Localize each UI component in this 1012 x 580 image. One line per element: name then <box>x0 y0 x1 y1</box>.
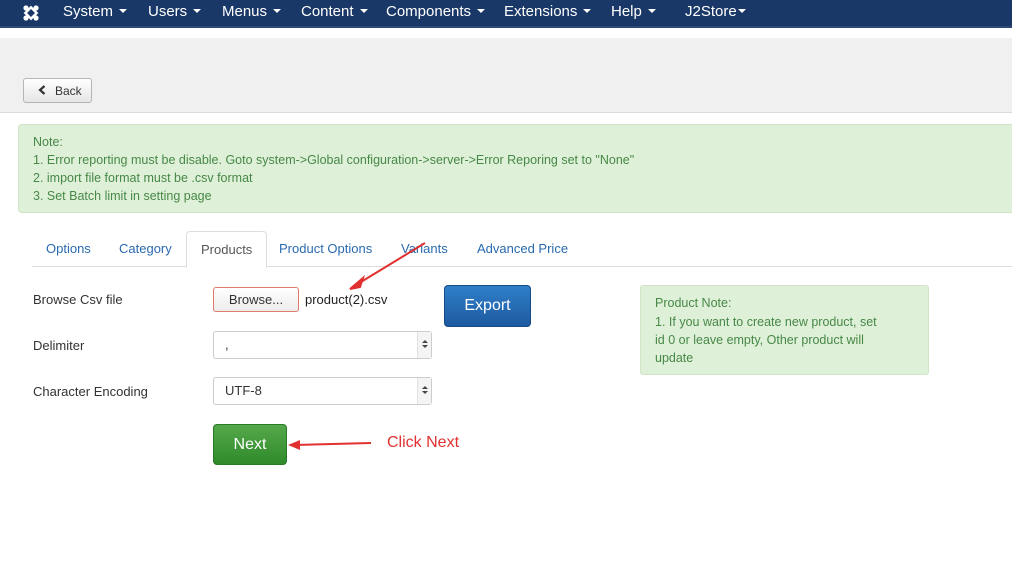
product-note-alert: Product Note: 1. If you want to create n… <box>640 285 929 375</box>
back-button[interactable]: Back <box>23 78 92 103</box>
nav-system-label: System <box>63 3 114 20</box>
delimiter-value: , <box>225 337 229 352</box>
toolbar: Back <box>0 38 1012 113</box>
browse-csv-label: Browse Csv file <box>33 292 123 307</box>
caret-down-icon <box>193 9 202 13</box>
nav-help-label: Help <box>611 3 642 20</box>
next-button[interactable]: Next <box>213 424 287 465</box>
character-encoding-label: Character Encoding <box>33 384 148 399</box>
product-note-line-1: 1. If you want to create new product, se… <box>655 315 877 329</box>
joomla-logo-icon[interactable] <box>21 3 41 23</box>
caret-down-icon <box>119 9 128 13</box>
nav-help[interactable]: Help <box>611 0 656 26</box>
caret-down-icon <box>359 9 368 13</box>
caret-down-icon <box>647 9 656 13</box>
nav-extensions-label: Extensions <box>504 3 578 20</box>
click-next-annotation: Click Next <box>387 434 460 451</box>
caret-down-icon <box>583 9 592 13</box>
nav-content[interactable]: Content <box>301 0 368 26</box>
encoding-value: UTF-8 <box>225 383 262 398</box>
note-line-3: 3. Set Batch limit in setting page <box>33 189 212 203</box>
nav-components[interactable]: Components <box>386 0 486 26</box>
product-note-line-2: id 0 or leave empty, Other product will <box>655 333 864 347</box>
nav-menus[interactable]: Menus <box>222 0 282 26</box>
import-note-alert: Note: 1. Error reporting must be disable… <box>18 124 1012 213</box>
select-arrows-icon <box>417 378 431 404</box>
import-tabs: Options Category Products Product Option… <box>32 231 1012 268</box>
chevron-left-icon <box>38 85 46 95</box>
note-line-1: 1. Error reporting must be disable. Goto… <box>33 153 635 167</box>
nav-users[interactable]: Users <box>148 0 202 26</box>
nav-users-label: Users <box>148 3 188 20</box>
subhead-spacer <box>0 28 1012 38</box>
nav-system[interactable]: System <box>63 0 128 26</box>
nav-content-label: Content <box>301 3 354 20</box>
product-note-title: Product Note: <box>655 296 732 310</box>
note-title: Note: <box>33 135 63 149</box>
product-note-line-3: update <box>655 351 694 365</box>
character-encoding-select[interactable]: UTF-8 <box>213 377 432 405</box>
nav-j2store[interactable]: J2Store <box>685 0 746 26</box>
delimiter-label: Delimiter <box>33 338 85 353</box>
arrow-to-next-icon <box>288 440 372 450</box>
note-line-2: 2. import file format must be .csv forma… <box>33 171 253 185</box>
tab-advanced-price[interactable]: Advanced Price <box>463 231 582 267</box>
caret-down-icon <box>477 9 486 13</box>
nav-menus-label: Menus <box>222 3 268 20</box>
nav-components-label: Components <box>386 3 472 20</box>
tab-options[interactable]: Options <box>32 231 105 267</box>
select-arrows-icon <box>417 332 431 358</box>
top-navbar: System Users Menus Content Components Ex… <box>0 0 1012 26</box>
caret-down-icon <box>273 9 282 13</box>
selected-file-name: product(2).csv <box>305 292 388 307</box>
tab-product-options[interactable]: Product Options <box>265 231 386 267</box>
delimiter-select[interactable]: , <box>213 331 432 359</box>
browse-button[interactable]: Browse... <box>213 287 299 312</box>
nav-extensions[interactable]: Extensions <box>504 0 592 26</box>
back-button-label: Back <box>55 84 82 98</box>
nav-j2store-label: J2Store <box>685 3 737 20</box>
tab-products[interactable]: Products <box>186 231 268 268</box>
caret-down-icon <box>737 9 746 13</box>
tab-variants[interactable]: Variants <box>387 231 462 267</box>
tab-category[interactable]: Category <box>105 231 186 267</box>
export-button[interactable]: Export <box>444 285 531 327</box>
